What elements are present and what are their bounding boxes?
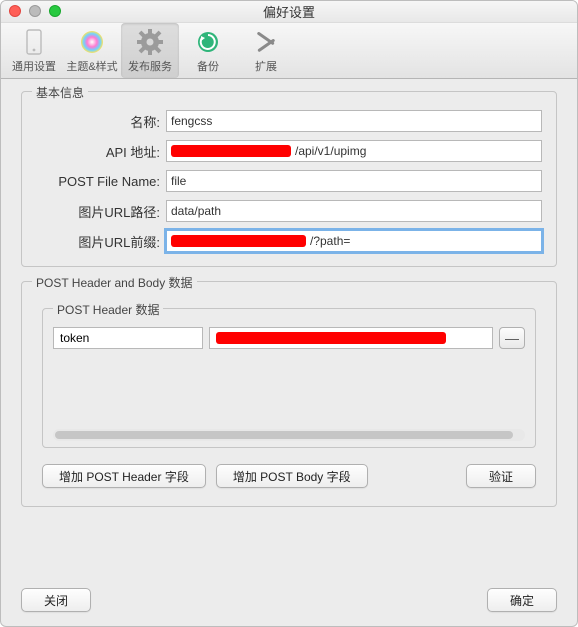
toolbar-item-extensions[interactable]: 扩展 (237, 23, 295, 78)
label-post-file-name: POST File Name: (36, 174, 166, 189)
inner-group-title: POST Header 数据 (53, 301, 163, 318)
spacer (91, 588, 487, 612)
inner-group-post-header: POST Header 数据 token — (42, 308, 536, 448)
close-button[interactable]: 关闭 (21, 588, 91, 612)
gear-icon (136, 28, 164, 56)
input-name-value: fengcss (171, 114, 212, 128)
add-post-body-button[interactable]: 增加 POST Body 字段 (216, 464, 368, 488)
toolbar-label: 扩展 (255, 58, 277, 74)
remove-row-button[interactable]: — (499, 327, 525, 349)
time-machine-icon (194, 28, 222, 56)
label-name: 名称: (36, 112, 166, 131)
input-api-url[interactable]: /api/v1/upimg (166, 140, 542, 162)
toolbar-label: 备份 (197, 58, 219, 74)
preferences-window: 偏好设置 通用设置 主题&样式 发布服务 备份 (0, 0, 578, 627)
input-image-url-prefix[interactable]: /?path= (166, 230, 542, 252)
minus-icon: — (505, 330, 519, 346)
minimize-window-icon[interactable] (29, 5, 41, 17)
group-title: 基本信息 (32, 84, 88, 101)
input-url-path-value: data/path (171, 204, 221, 218)
action-button-row: 增加 POST Header 字段 增加 POST Body 字段 验证 (42, 464, 536, 488)
group-title: POST Header and Body 数据 (32, 274, 197, 291)
toolbar-item-theme[interactable]: 主题&样式 (63, 23, 121, 78)
toolbar-item-general[interactable]: 通用设置 (5, 23, 63, 78)
row-post-file-name: POST File Name: file (36, 170, 542, 192)
input-name[interactable]: fengcss (166, 110, 542, 132)
scrollbar-thumb[interactable] (55, 431, 513, 439)
row-image-url-path: 图片URL路径: data/path (36, 200, 542, 222)
content-area: 基本信息 名称: fengcss API 地址: /api/v1/upimg P… (1, 79, 577, 626)
toolbar-label: 发布服务 (128, 58, 172, 74)
input-image-url-path[interactable]: data/path (166, 200, 542, 222)
group-header-body: POST Header and Body 数据 POST Header 数据 t… (21, 281, 557, 507)
horizontal-scrollbar[interactable] (53, 429, 525, 441)
redacted-text (171, 145, 291, 157)
label-api-url: API 地址: (36, 142, 166, 161)
window-controls (9, 5, 61, 17)
toolbar-label: 通用设置 (12, 58, 56, 74)
verify-button[interactable]: 验证 (466, 464, 536, 488)
add-post-header-button[interactable]: 增加 POST Header 字段 (42, 464, 206, 488)
input-post-file-value: file (171, 174, 186, 188)
row-api-url: API 地址: /api/v1/upimg (36, 140, 542, 162)
header-key-value: token (60, 331, 89, 345)
redacted-text (216, 332, 446, 344)
ok-button[interactable]: 确定 (487, 588, 557, 612)
header-row: token — (53, 327, 525, 349)
label-image-url-prefix: 图片URL前缀: (36, 232, 166, 251)
footer-button-row: 关闭 确定 (21, 588, 557, 612)
input-api-url-suffix: /api/v1/upimg (295, 144, 366, 158)
row-image-url-prefix: 图片URL前缀: /?path= (36, 230, 542, 252)
input-url-prefix-suffix: /?path= (310, 234, 350, 248)
tools-icon (252, 28, 280, 56)
zoom-window-icon[interactable] (49, 5, 61, 17)
color-wheel-icon (78, 28, 106, 56)
toolbar-item-publish[interactable]: 发布服务 (121, 23, 179, 78)
close-window-icon[interactable] (9, 5, 21, 17)
input-post-file-name[interactable]: file (166, 170, 542, 192)
row-name: 名称: fengcss (36, 110, 542, 132)
redacted-text (171, 235, 306, 247)
group-basic-info: 基本信息 名称: fengcss API 地址: /api/v1/upimg P… (21, 91, 557, 267)
toolbar-label: 主题&样式 (66, 58, 117, 74)
label-image-url-path: 图片URL路径: (36, 202, 166, 221)
window-title: 偏好设置 (263, 2, 315, 21)
header-key-input[interactable]: token (53, 327, 203, 349)
toolbar: 通用设置 主题&样式 发布服务 备份 扩展 (1, 23, 577, 79)
header-value-input[interactable] (209, 327, 493, 349)
titlebar: 偏好设置 (1, 1, 577, 23)
device-icon (20, 28, 48, 56)
toolbar-item-backup[interactable]: 备份 (179, 23, 237, 78)
